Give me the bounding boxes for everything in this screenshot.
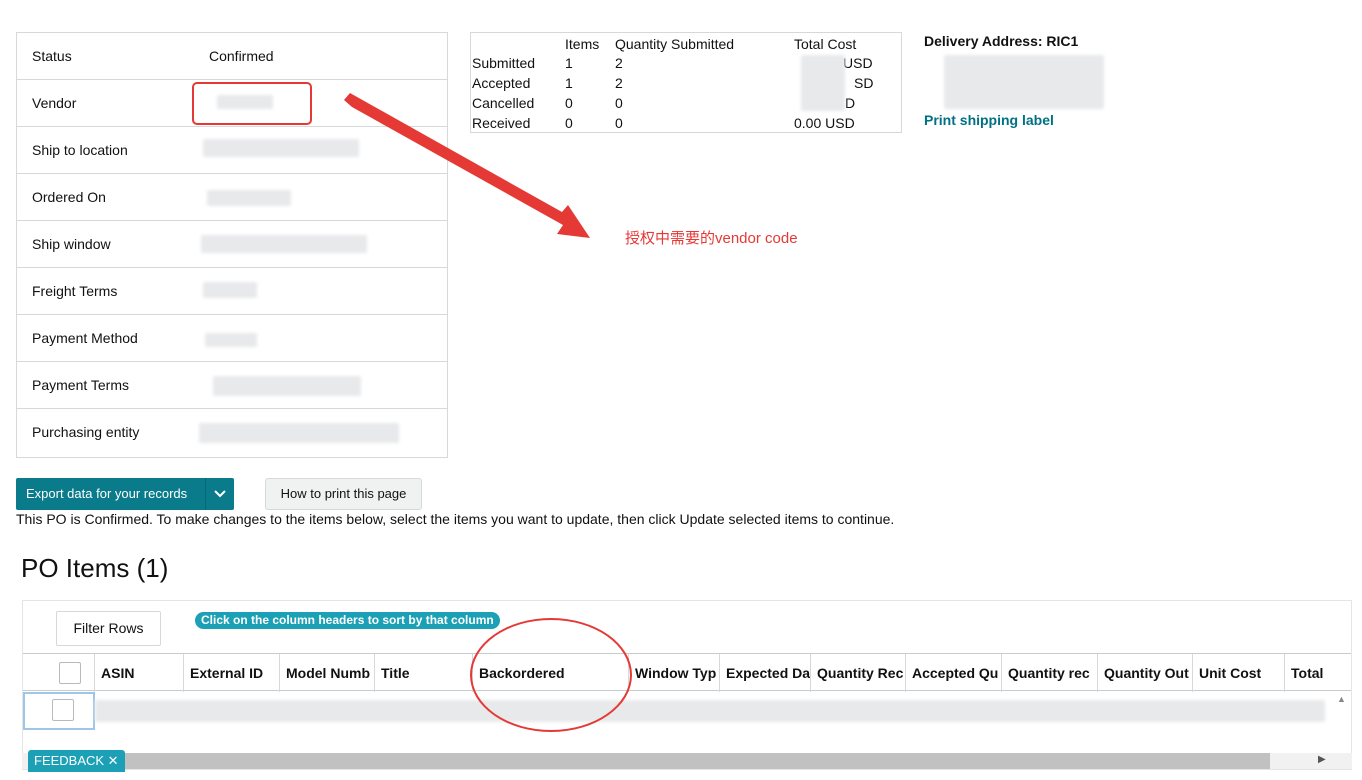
sort-hint-badge: Click on the column headers to sort by t… <box>195 612 500 629</box>
po-items-grid: Filter Rows Click on the column headers … <box>22 600 1352 770</box>
details-label: Ship window <box>32 236 111 252</box>
details-label: Payment Method <box>32 330 138 346</box>
export-data-label: Export data for your records <box>16 478 206 510</box>
details-label: Ordered On <box>32 189 106 205</box>
column-header-total[interactable]: Total <box>1285 654 1351 692</box>
summary-row-quantity: 0 <box>615 95 623 111</box>
delivery-title: Delivery Address: RIC1 <box>924 33 1079 49</box>
summary-row-items: 0 <box>565 115 573 131</box>
summary-row-items: 1 <box>565 75 573 91</box>
redacted-value <box>199 423 399 443</box>
select-all-checkbox[interactable] <box>59 662 81 684</box>
summary-row-cost: D <box>845 95 856 111</box>
summary-row-quantity: 2 <box>615 75 623 91</box>
redacted-value <box>201 235 367 253</box>
summary-header-quantity: Quantity Submitted <box>615 36 735 52</box>
row-select-checkbox[interactable] <box>52 699 74 721</box>
redacted-value <box>207 190 291 206</box>
column-header-model-number[interactable]: Model Numb <box>280 654 375 692</box>
details-row-ship-window: Ship window <box>17 221 447 268</box>
redacted-value <box>203 139 359 157</box>
column-header-quantity-requested[interactable]: Quantity Rec <box>811 654 906 692</box>
summary-row-label: Cancelled <box>472 95 535 111</box>
summary-row-cost: 0.00 USD <box>794 115 855 131</box>
po-summary-table: Items Quantity Submitted Total Cost Subm… <box>470 32 902 133</box>
details-row-purchasing-entity: Purchasing entity <box>17 409 447 457</box>
column-header-quantity-outstanding[interactable]: Quantity Out <box>1098 654 1193 692</box>
details-row-ship-to: Ship to location <box>17 127 447 174</box>
details-label: Purchasing entity <box>32 424 140 440</box>
details-label: Ship to location <box>32 142 128 158</box>
annotation-text: 授权中需要的vendor code <box>625 230 798 247</box>
feedback-tab[interactable]: FEEDBACK ✕ <box>28 750 125 772</box>
details-label: Status <box>32 48 72 64</box>
redacted-row-data <box>95 700 1325 722</box>
po-status-info: This PO is Confirmed. To make changes to… <box>16 511 895 527</box>
details-row-payment-terms: Payment Terms <box>17 362 447 409</box>
export-data-button[interactable]: Export data for your records <box>16 478 234 510</box>
summary-row-cost: SD <box>854 75 874 91</box>
po-items-title: PO Items (1) <box>21 553 169 583</box>
details-value: Confirmed <box>209 48 274 64</box>
details-row-freight: Freight Terms <box>17 268 447 315</box>
vendor-highlight-box <box>192 82 312 125</box>
details-label: Payment Terms <box>32 377 129 393</box>
summary-row-label: Submitted <box>472 55 536 71</box>
row-select-cell <box>23 692 95 730</box>
redacted-value <box>203 282 257 298</box>
horizontal-scrollbar-thumb[interactable] <box>105 753 1270 769</box>
grid-header-row: ASIN External ID Model Numb Title Backor… <box>23 653 1351 692</box>
summary-row-label: Received <box>472 115 531 131</box>
redacted-cost <box>801 55 845 111</box>
summary-header-cost: Total Cost <box>794 36 857 52</box>
filter-rows-button[interactable]: Filter Rows <box>56 611 161 646</box>
summary-row-quantity: 2 <box>615 55 623 71</box>
header-select-all <box>23 654 95 692</box>
details-row-payment-method: Payment Method <box>17 315 447 362</box>
summary-row-items: 0 <box>565 95 573 111</box>
details-label: Freight Terms <box>32 283 118 299</box>
summary-row-items: 1 <box>565 55 573 71</box>
redacted-value <box>213 376 361 396</box>
table-row <box>23 692 1351 730</box>
scroll-up-arrow-icon[interactable]: ▲ <box>1337 694 1346 704</box>
redacted-address <box>944 55 1104 109</box>
scroll-right-arrow-icon[interactable]: ▶ <box>1318 754 1326 765</box>
how-to-print-button[interactable]: How to print this page <box>265 478 422 510</box>
redacted-value <box>205 333 257 347</box>
column-header-external-id[interactable]: External ID <box>184 654 280 692</box>
column-header-expected-date[interactable]: Expected Da <box>720 654 811 692</box>
summary-row-quantity: 0 <box>615 115 623 131</box>
column-header-unit-cost[interactable]: Unit Cost <box>1193 654 1285 692</box>
details-label: Vendor <box>32 95 77 111</box>
column-header-window-type[interactable]: Window Typ <box>629 654 720 692</box>
details-row-status: Status Confirmed <box>17 33 447 80</box>
column-header-title[interactable]: Title <box>375 654 473 692</box>
backordered-highlight-oval <box>470 618 632 732</box>
column-header-accepted-quantity[interactable]: Accepted Qu <box>906 654 1002 692</box>
summary-header-items: Items <box>565 36 600 52</box>
column-header-quantity-received[interactable]: Quantity rec <box>1002 654 1098 692</box>
summary-row-cost: USD <box>843 55 873 71</box>
column-header-asin[interactable]: ASIN <box>95 654 184 692</box>
print-shipping-label-link[interactable]: Print shipping label <box>924 112 1054 128</box>
chevron-down-icon[interactable] <box>206 478 234 510</box>
summary-row-label: Accepted <box>472 75 531 91</box>
details-row-ordered-on: Ordered On <box>17 174 447 221</box>
